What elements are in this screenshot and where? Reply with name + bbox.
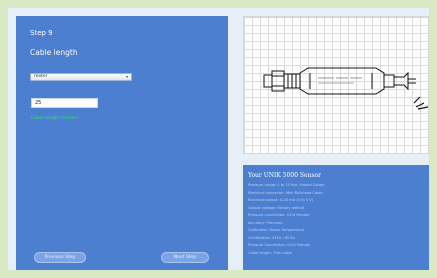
cable-length-note: Cable length (meter)	[31, 116, 79, 121]
sensor-cable	[408, 78, 416, 84]
cable-length-input[interactable]: 25	[31, 98, 98, 108]
sensor-drawing-panel	[243, 16, 429, 154]
step-title: Step 9	[30, 29, 53, 37]
chevron-down-icon: ▾	[125, 74, 128, 79]
summary-line: Pressure Connection: G1/4 Female	[248, 243, 310, 247]
unit-select-value: meter	[34, 74, 48, 79]
next-step-button[interactable]: Next Step	[161, 252, 209, 263]
sensor-fitting-hex	[271, 70, 285, 92]
summary-line: Pressure connection: G1/4 Female	[248, 213, 310, 217]
unit-select[interactable]: meter ▾	[30, 73, 132, 81]
summary-line: Output voltage: Factory default	[248, 205, 305, 210]
summary-line: Accuracy: Premium	[248, 220, 283, 225]
summary-line: Electrical connector: Mini Bulkhead Cabl…	[248, 190, 323, 195]
sensor-fitting-left	[263, 74, 273, 88]
summary-line: Calibration: Room Temperature	[248, 228, 305, 232]
summary-line: Electrical output: 4-20 mA (0 to 5 V)	[248, 198, 314, 202]
previous-step-button[interactable]: Previous Step	[34, 252, 86, 263]
sensor-drawing	[263, 67, 429, 110]
summary-line: Certification: ATEX / IECEx	[248, 235, 296, 240]
summary-line: Pressure range: 0 to 10 bar, Sealed Gaug…	[248, 183, 325, 187]
sensor-summary-panel: Your UNIK 5000 Sensor Pressure range: 0 …	[243, 165, 429, 270]
summary-list: Pressure range: 0 to 10 bar, Sealed Gaug…	[248, 182, 325, 257]
step-subtitle: Cable length	[30, 48, 78, 57]
sensor-connector	[383, 74, 395, 88]
sensor-body	[299, 67, 385, 95]
configuration-step-panel: Step 9 Cable length meter ▾ 25 Cable len…	[16, 16, 228, 270]
summary-line: Cable length: 25m cable	[248, 250, 293, 255]
summary-title: Your UNIK 5000 Sensor	[248, 172, 322, 179]
